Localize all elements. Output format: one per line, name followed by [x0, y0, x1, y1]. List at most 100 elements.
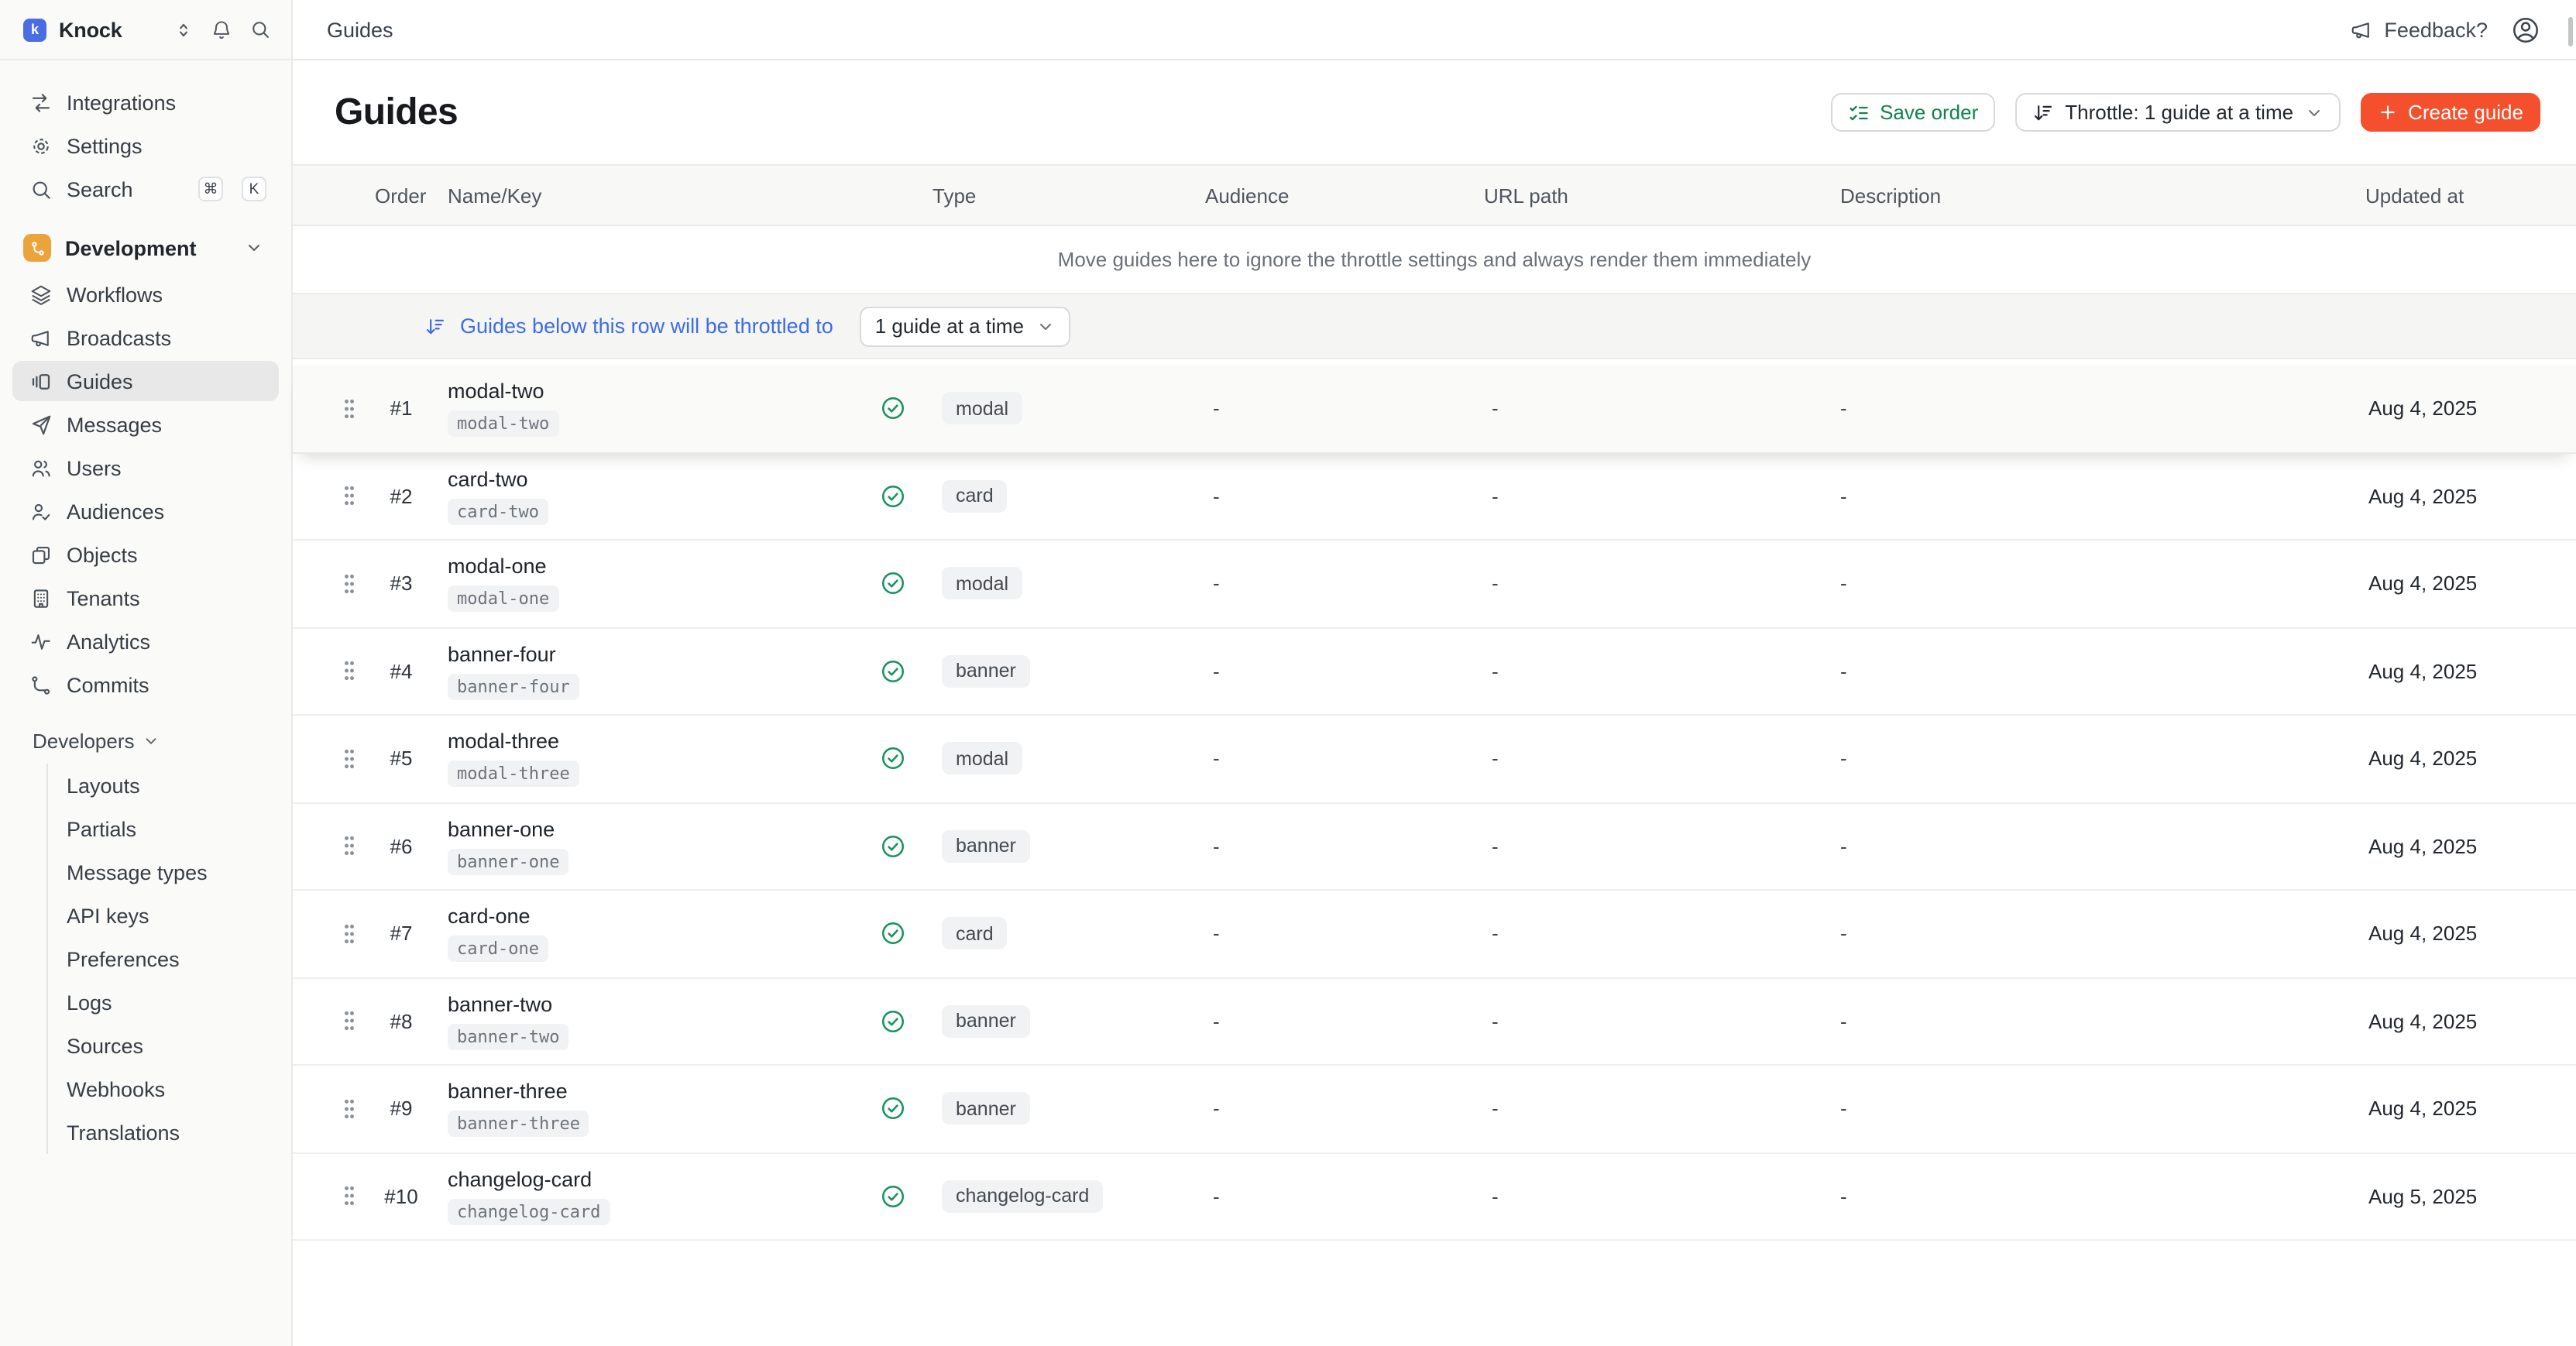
building-icon [29, 586, 53, 609]
vertical-scrollbar[interactable] [2568, 17, 2573, 46]
type-badge: banner [942, 655, 1030, 688]
immediate-dropzone[interactable]: Move guides here to ignore the throttle … [293, 226, 2576, 294]
audience-value: - [1191, 747, 1484, 771]
sidebar-item-broadcasts[interactable]: Broadcasts [12, 318, 279, 358]
drag-handle-icon[interactable] [333, 398, 364, 420]
create-guide-button[interactable]: Create guide [2360, 93, 2540, 132]
sidebar-item-guides[interactable]: Guides [12, 361, 279, 401]
workspace-switcher-icon[interactable] [173, 19, 194, 39]
sidebar-item-sources[interactable]: Sources [48, 1024, 279, 1067]
drag-handle-icon[interactable] [333, 1011, 364, 1032]
environment-switcher[interactable]: Development [12, 228, 279, 268]
table-row[interactable]: #9 banner-three banner-three banner - - … [293, 1066, 2576, 1153]
status-check-icon [869, 483, 915, 510]
megaphone-icon [29, 326, 53, 349]
url-path-value: - [1484, 660, 1840, 683]
name-key-cell: banner-four banner-four [448, 642, 869, 699]
breadcrumb[interactable]: Guides [327, 18, 393, 41]
column-header-updated-at: Updated at [2365, 184, 2576, 207]
sidebar-item-message-types[interactable]: Message types [48, 850, 279, 894]
sidebar-item-logs[interactable]: Logs [48, 980, 279, 1024]
sidebar-item-analytics[interactable]: Analytics [12, 621, 279, 661]
type-badge: modal [942, 393, 1022, 425]
integrations-icon [29, 91, 53, 114]
name-key-cell: banner-two banner-two [448, 992, 869, 1049]
drag-handle-icon[interactable] [333, 486, 364, 507]
table-row[interactable]: #6 banner-one banner-one banner - - - Au… [293, 803, 2576, 891]
page-title: Guides [335, 91, 458, 134]
drag-handle-icon[interactable] [333, 836, 364, 857]
table-row[interactable]: #1 modal-two modal-two modal - - - Aug 4… [293, 366, 2576, 453]
updated-at-value: Aug 4, 2025 [2365, 660, 2576, 683]
sidebar-item-workflows[interactable]: Workflows [12, 274, 279, 314]
sidebar-item-settings[interactable]: Settings [12, 125, 279, 166]
sidebar-item-label: Settings [67, 134, 266, 157]
order-number: #1 [364, 397, 448, 421]
sidebar-item-preferences[interactable]: Preferences [48, 937, 279, 980]
audience-value: - [1191, 922, 1484, 946]
updated-at-value: Aug 4, 2025 [2365, 1097, 2576, 1121]
guide-key-badge: modal-three [448, 761, 579, 788]
sidebar-item-objects[interactable]: Objects [12, 534, 279, 575]
sidebar-item-tenants[interactable]: Tenants [12, 578, 279, 618]
status-check-icon [869, 1096, 915, 1122]
notifications-bell-icon[interactable] [211, 19, 232, 40]
table-row[interactable]: #4 banner-four banner-four banner - - - … [293, 628, 2576, 716]
drag-handle-icon[interactable] [333, 573, 364, 595]
sidebar-item-api-keys[interactable]: API keys [48, 894, 279, 937]
url-path-value: - [1484, 572, 1840, 596]
main-content: Guides Feedback? Guides Save order [293, 0, 2576, 1346]
throttle-divider-link[interactable]: Guides below this row will be throttled … [424, 314, 833, 338]
sidebar-item-audiences[interactable]: Audiences [12, 491, 279, 531]
guide-key-badge: card-two [448, 499, 548, 525]
table-row[interactable]: #3 modal-one modal-one modal - - - Aug 4… [293, 541, 2576, 628]
developers-section-toggle[interactable]: Developers [12, 723, 279, 757]
drag-handle-icon[interactable] [333, 748, 364, 770]
drag-handle-icon[interactable] [333, 1098, 364, 1120]
description-value: - [1840, 922, 2365, 946]
audience-value: - [1191, 660, 1484, 683]
order-number: #3 [364, 572, 448, 596]
sidebar-item-messages[interactable]: Messages [12, 404, 279, 445]
table-row[interactable]: #8 banner-two banner-two banner - - - Au… [293, 978, 2576, 1066]
create-guide-label: Create guide [2408, 101, 2523, 124]
sidebar-item-label: Broadcasts [67, 326, 266, 349]
name-key-cell: card-one card-one [448, 905, 869, 962]
sidebar-item-label: Users [67, 456, 266, 479]
search-icon[interactable] [249, 19, 271, 40]
throttle-dropdown-button[interactable]: Throttle: 1 guide at a time [2015, 93, 2340, 132]
sidebar-item-label: Integrations [67, 91, 266, 114]
workspace-name: Knock [59, 18, 161, 41]
drag-handle-icon[interactable] [333, 923, 364, 945]
feedback-button[interactable]: Feedback? [2350, 18, 2488, 41]
table-row[interactable]: #7 card-one card-one card - - - Aug 4, 2… [293, 891, 2576, 978]
guide-key-badge: modal-two [448, 411, 558, 438]
sidebar-item-translations[interactable]: Translations [48, 1111, 279, 1154]
table-row[interactable]: #10 changelog-card changelog-card change… [293, 1153, 2576, 1241]
sidebar-item-webhooks[interactable]: Webhooks [48, 1067, 279, 1111]
drag-handle-icon[interactable] [333, 1186, 364, 1207]
sidebar-item-layouts[interactable]: Layouts [48, 764, 279, 807]
chevron-down-icon [2304, 103, 2323, 122]
column-header-description: Description [1840, 184, 2365, 207]
save-order-button[interactable]: Save order [1830, 93, 1995, 132]
sidebar-item-users[interactable]: Users [12, 448, 279, 488]
drag-handle-icon[interactable] [333, 661, 364, 682]
order-number: #8 [364, 1010, 448, 1033]
throttle-value-select[interactable]: 1 guide at a time [860, 306, 1070, 346]
sidebar-item-integrations[interactable]: Integrations [12, 82, 279, 122]
sidebar-item-label: Messages [67, 413, 266, 436]
guide-key-badge: banner-two [448, 1024, 568, 1050]
table-row[interactable]: #5 modal-three modal-three modal - - - A… [293, 716, 2576, 803]
name-key-cell: modal-two modal-two [448, 379, 869, 437]
sidebar-item-search[interactable]: Search ⌘ K [12, 169, 279, 209]
guide-name: banner-four [448, 642, 556, 667]
user-avatar-icon[interactable] [2511, 15, 2540, 44]
description-value: - [1840, 1185, 2365, 1208]
sidebar-item-partials[interactable]: Partials [48, 807, 279, 850]
column-header-url-path: URL path [1484, 184, 1840, 207]
guide-name: modal-three [448, 730, 559, 754]
sidebar-item-commits[interactable]: Commits [12, 664, 279, 705]
table-row[interactable]: #2 card-two card-two card - - - Aug 4, 2… [293, 453, 2576, 541]
url-path-value: - [1484, 397, 1840, 421]
